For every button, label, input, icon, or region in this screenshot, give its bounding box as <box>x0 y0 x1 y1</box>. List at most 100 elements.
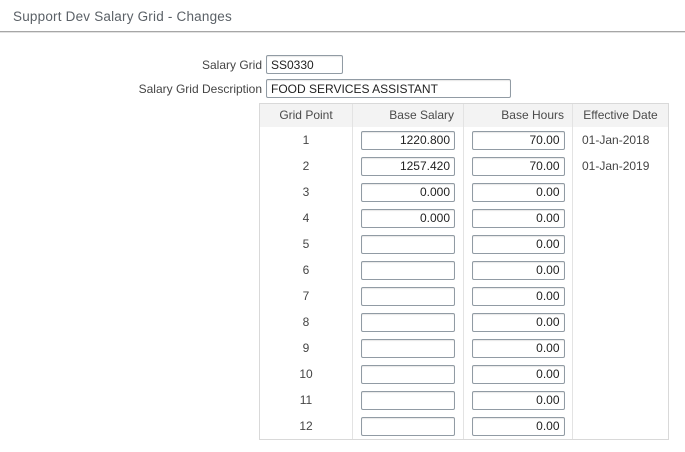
base-salary-input[interactable] <box>361 339 455 358</box>
table-row: 11 <box>260 387 668 413</box>
grid-point-value: 2 <box>260 153 353 179</box>
base-salary-input[interactable] <box>361 391 455 410</box>
base-salary-cell <box>353 231 464 257</box>
base-salary-cell <box>353 335 464 361</box>
base-salary-cell <box>353 413 464 439</box>
base-hours-cell <box>464 231 573 257</box>
base-hours-cell <box>464 387 573 413</box>
grid-point-value: 9 <box>260 335 353 361</box>
effective-date-value: 01-Jan-2018 <box>573 127 668 153</box>
base-salary-cell <box>353 309 464 335</box>
base-hours-cell <box>464 153 573 179</box>
table-row: 2 01-Jan-2019 <box>260 153 668 179</box>
form-area: Salary Grid Salary Grid Description <box>0 55 685 98</box>
base-salary-input[interactable] <box>361 235 455 254</box>
base-hours-cell <box>464 413 573 439</box>
base-salary-input[interactable] <box>361 131 455 150</box>
base-hours-input[interactable] <box>472 209 565 228</box>
base-salary-cell <box>353 127 464 153</box>
effective-date-value <box>573 179 668 205</box>
salary-grid-label: Salary Grid <box>0 58 262 72</box>
base-salary-input[interactable] <box>361 313 455 332</box>
base-hours-cell <box>464 179 573 205</box>
grid-point-value: 7 <box>260 283 353 309</box>
base-hours-cell <box>464 257 573 283</box>
grid-point-value: 3 <box>260 179 353 205</box>
effective-date-value <box>573 309 668 335</box>
effective-date-value <box>573 257 668 283</box>
base-salary-input[interactable] <box>361 209 455 228</box>
grid-point-value: 4 <box>260 205 353 231</box>
column-header-grid-point: Grid Point <box>260 104 353 127</box>
base-salary-cell <box>353 153 464 179</box>
effective-date-value: 01-Jan-2019 <box>573 153 668 179</box>
table-row: 10 <box>260 361 668 387</box>
base-salary-input[interactable] <box>361 183 455 202</box>
effective-date-value <box>573 283 668 309</box>
base-salary-input[interactable] <box>361 287 455 306</box>
salary-grid-table: Grid Point Base Salary Base Hours Effect… <box>259 103 669 440</box>
base-salary-cell <box>353 179 464 205</box>
table-row: 5 <box>260 231 668 257</box>
grid-point-value: 12 <box>260 413 353 439</box>
effective-date-value <box>573 413 668 439</box>
base-hours-input[interactable] <box>472 183 565 202</box>
table-row: 1 01-Jan-2018 <box>260 127 668 153</box>
base-hours-cell <box>464 283 573 309</box>
table-row: 9 <box>260 335 668 361</box>
effective-date-value <box>573 231 668 257</box>
base-salary-input[interactable] <box>361 365 455 384</box>
base-hours-cell <box>464 127 573 153</box>
table-header-row: Grid Point Base Salary Base Hours Effect… <box>260 104 668 127</box>
salary-grid-description-label: Salary Grid Description <box>0 82 262 96</box>
base-salary-cell <box>353 283 464 309</box>
salary-grid-description-row: Salary Grid Description <box>0 79 685 98</box>
base-hours-input[interactable] <box>472 391 565 410</box>
grid-point-value: 5 <box>260 231 353 257</box>
grid-point-value: 10 <box>260 361 353 387</box>
grid-point-value: 6 <box>260 257 353 283</box>
base-hours-input[interactable] <box>472 365 565 384</box>
table-row: 3 <box>260 179 668 205</box>
base-salary-input[interactable] <box>361 417 455 436</box>
base-hours-cell <box>464 205 573 231</box>
table-row: 12 <box>260 413 668 439</box>
table-row: 4 <box>260 205 668 231</box>
base-salary-cell <box>353 387 464 413</box>
base-hours-cell <box>464 361 573 387</box>
grid-point-value: 8 <box>260 309 353 335</box>
column-header-effective-date: Effective Date <box>573 104 668 127</box>
effective-date-value <box>573 387 668 413</box>
base-hours-input[interactable] <box>472 417 565 436</box>
column-header-base-salary: Base Salary <box>353 104 464 127</box>
base-hours-input[interactable] <box>472 157 565 176</box>
page-title: Support Dev Salary Grid - Changes <box>0 0 685 31</box>
base-hours-cell <box>464 309 573 335</box>
base-salary-cell <box>353 205 464 231</box>
salary-grid-row: Salary Grid <box>0 55 685 74</box>
column-header-base-hours: Base Hours <box>464 104 573 127</box>
table-row: 8 <box>260 309 668 335</box>
salary-grid-description-input[interactable] <box>266 79 511 98</box>
table-row: 6 <box>260 257 668 283</box>
base-hours-input[interactable] <box>472 235 565 254</box>
base-hours-cell <box>464 335 573 361</box>
grid-table-body: 1 01-Jan-2018 2 01-Jan-2019 3 4 <box>260 127 668 439</box>
effective-date-value <box>573 205 668 231</box>
base-hours-input[interactable] <box>472 261 565 280</box>
salary-grid-input[interactable] <box>266 55 343 74</box>
base-salary-cell <box>353 257 464 283</box>
table-row: 7 <box>260 283 668 309</box>
grid-point-value: 1 <box>260 127 353 153</box>
base-hours-input[interactable] <box>472 313 565 332</box>
effective-date-value <box>573 361 668 387</box>
base-hours-input[interactable] <box>472 339 565 358</box>
effective-date-value <box>573 335 668 361</box>
base-salary-cell <box>353 361 464 387</box>
base-salary-input[interactable] <box>361 261 455 280</box>
base-hours-input[interactable] <box>472 131 565 150</box>
title-divider <box>0 31 685 33</box>
grid-point-value: 11 <box>260 387 353 413</box>
base-salary-input[interactable] <box>361 157 455 176</box>
base-hours-input[interactable] <box>472 287 565 306</box>
